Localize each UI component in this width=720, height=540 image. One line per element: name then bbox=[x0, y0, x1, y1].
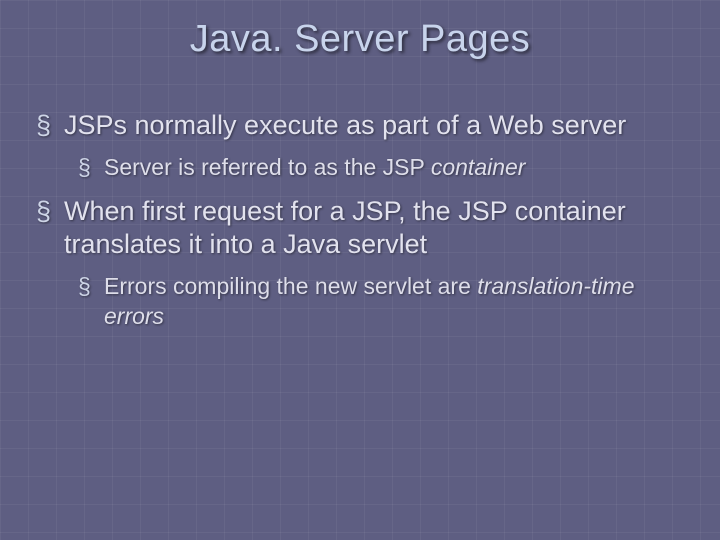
emphasis: container bbox=[431, 154, 526, 180]
list-item: Errors compiling the new servlet are tra… bbox=[78, 272, 684, 332]
bullet-text: JSPs normally execute as part of a Web s… bbox=[64, 110, 626, 140]
sub-list: Errors compiling the new servlet are tra… bbox=[64, 272, 684, 332]
bullet-text: When first request for a JSP, the JSP co… bbox=[64, 196, 626, 260]
bullet-text: Errors compiling the new servlet are bbox=[104, 273, 477, 299]
slide-title: Java. Server Pages bbox=[36, 18, 684, 61]
list-item: JSPs normally execute as part of a Web s… bbox=[36, 109, 684, 183]
list-item: Server is referred to as the JSP contain… bbox=[78, 153, 684, 183]
list-item: When first request for a JSP, the JSP co… bbox=[36, 195, 684, 332]
slide: Java. Server Pages JSPs normally execute… bbox=[0, 0, 720, 540]
sub-list: Server is referred to as the JSP contain… bbox=[64, 153, 684, 183]
bullet-list: JSPs normally execute as part of a Web s… bbox=[36, 109, 684, 332]
bullet-text: Server is referred to as the JSP bbox=[104, 154, 431, 180]
